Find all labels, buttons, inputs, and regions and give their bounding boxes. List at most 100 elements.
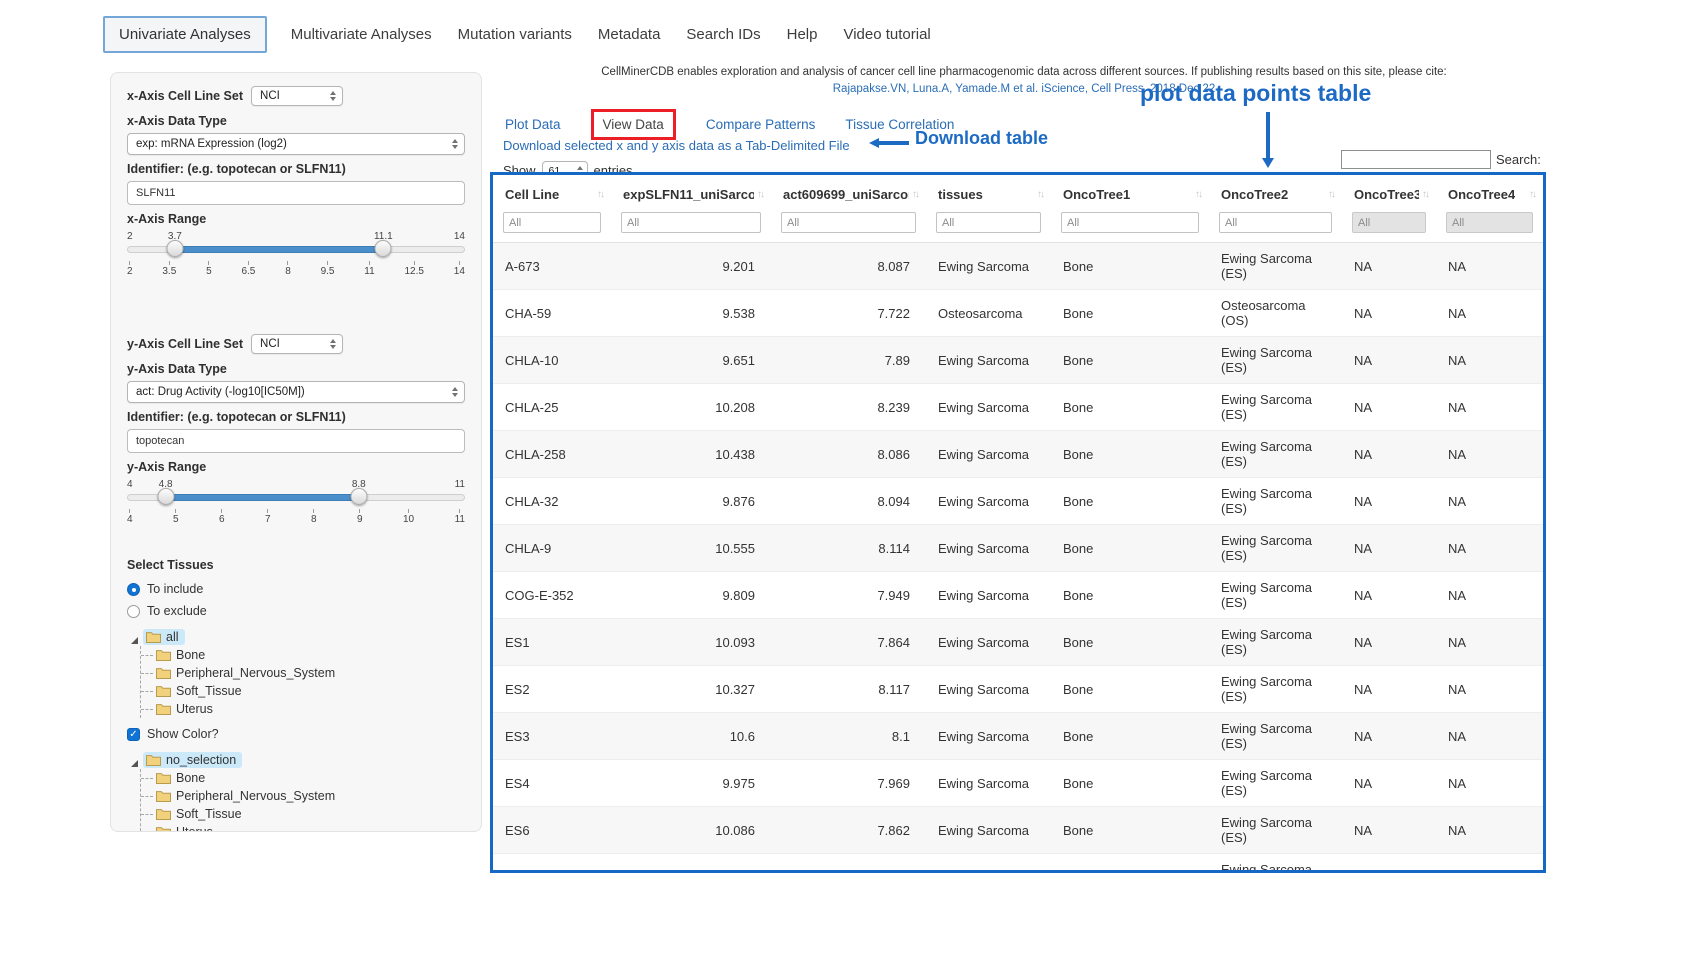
column-header-expslfn11-unisarcoma[interactable]: expSLFN11_uniSarcoma↑↓ xyxy=(611,175,771,210)
tab-compare-patterns[interactable]: Compare Patterns xyxy=(706,109,816,140)
table-row: CHLA-25810.4388.086Ewing SarcomaBoneEwin… xyxy=(493,431,1543,478)
tree-node-all[interactable]: all xyxy=(131,628,465,646)
tree-node-uterus[interactable]: Uterus xyxy=(141,700,465,718)
cell-expslfn11-unisarcoma: 10.438 xyxy=(611,431,771,478)
cell-oncotree3: NA xyxy=(1342,243,1436,290)
filter-input-cell-line[interactable] xyxy=(503,212,601,233)
filter-input-oncotree2[interactable] xyxy=(1219,212,1332,233)
table-row: ES310.68.1Ewing SarcomaBoneEwing Sarcoma… xyxy=(493,713,1543,760)
tree-node-soft-tissue[interactable]: Soft_Tissue xyxy=(141,682,465,700)
cell-act609699-unisarcoma: 8.239 xyxy=(771,384,926,431)
cell-cell-line: ES7 xyxy=(493,854,611,874)
tree-node-peripheral-nervous-system[interactable]: Peripheral_Nervous_System xyxy=(141,664,465,682)
show-color-checkbox[interactable]: ✓ Show Color? xyxy=(127,724,465,744)
x-cell-line-set-select[interactable]: NCI xyxy=(251,86,343,106)
tree-node-text: Peripheral_Nervous_System xyxy=(176,666,335,680)
x-identifier-input[interactable] xyxy=(127,181,465,205)
tree-node-text: Bone xyxy=(176,648,205,662)
filter-input-expslfn11-unisarcoma[interactable] xyxy=(621,212,761,233)
slider-handle-high[interactable] xyxy=(350,488,367,505)
cell-oncotree1: Bone xyxy=(1051,337,1209,384)
down-arrow-icon xyxy=(1262,112,1274,168)
nav-tab-univariate-analyses[interactable]: Univariate Analyses xyxy=(103,16,267,53)
data-table: Cell Line↑↓expSLFN11_uniSarcoma↑↓act6096… xyxy=(493,175,1543,873)
cell-oncotree4: NA xyxy=(1436,807,1543,854)
download-link[interactable]: Download selected x and y axis data as a… xyxy=(503,138,850,153)
slider-value-label: 4 xyxy=(127,479,133,490)
tree-node-soft-tissue[interactable]: Soft_Tissue xyxy=(141,805,465,823)
cell-tissues: Ewing Sarcoma xyxy=(926,666,1051,713)
cell-expslfn11-unisarcoma: 9.201 xyxy=(611,243,771,290)
column-header-label: OncoTree1 xyxy=(1063,187,1130,202)
nav-tab-metadata[interactable]: Metadata xyxy=(596,17,663,52)
slider-tick-label: 7 xyxy=(265,509,271,525)
tree-node-bone[interactable]: Bone xyxy=(141,646,465,664)
column-header-cell-line[interactable]: Cell Line↑↓ xyxy=(493,175,611,210)
cell-cell-line: CHLA-258 xyxy=(493,431,611,478)
slider-handle-high[interactable] xyxy=(375,240,392,257)
tree-node-no-selection[interactable]: no_selection xyxy=(131,751,465,769)
table-row: ES710.7288.249Ewing SarcomaBoneEwing Sar… xyxy=(493,854,1543,874)
tree-node-uterus[interactable]: Uterus xyxy=(141,823,465,832)
radio-option-to-include[interactable]: To include xyxy=(127,578,465,600)
tab-view-data[interactable]: View Data xyxy=(591,109,676,140)
slider-tick-label: 12.5 xyxy=(404,261,423,277)
nav-tab-help[interactable]: Help xyxy=(785,17,820,52)
column-header-oncotree4[interactable]: OncoTree4↑↓ xyxy=(1436,175,1543,210)
y-identifier-input[interactable] xyxy=(127,429,465,453)
column-header-oncotree1[interactable]: OncoTree1↑↓ xyxy=(1051,175,1209,210)
radio-option-to-exclude[interactable]: To exclude xyxy=(127,600,465,622)
cell-tissues: Ewing Sarcoma xyxy=(926,243,1051,290)
nav-tab-multivariate-analyses[interactable]: Multivariate Analyses xyxy=(289,17,434,52)
nav-tab-mutation-variants[interactable]: Mutation variants xyxy=(456,17,574,52)
cell-tissues: Ewing Sarcoma xyxy=(926,337,1051,384)
slider-value-label: 14 xyxy=(454,231,465,242)
y-cell-line-set-select[interactable]: NCI xyxy=(251,334,343,354)
y-data-type-select[interactable]: act: Drug Activity (-log10[IC50M]) xyxy=(127,381,465,403)
slider-range-fill xyxy=(175,246,383,253)
filter-input-oncotree4[interactable] xyxy=(1446,212,1533,233)
tree-toggle-icon[interactable] xyxy=(131,753,138,767)
tree-node-bone[interactable]: Bone xyxy=(141,769,465,787)
search-input[interactable] xyxy=(1341,150,1491,169)
cell-oncotree1: Bone xyxy=(1051,384,1209,431)
nav-tab-video-tutorial[interactable]: Video tutorial xyxy=(841,17,932,52)
x-data-type-select[interactable]: exp: mRNA Expression (log2) xyxy=(127,133,465,155)
filter-input-oncotree3[interactable] xyxy=(1352,212,1426,233)
filter-cell-cell-line xyxy=(493,210,611,243)
cell-cell-line: ES3 xyxy=(493,713,611,760)
column-header-tissues[interactable]: tissues↑↓ xyxy=(926,175,1051,210)
cell-oncotree1: Bone xyxy=(1051,854,1209,874)
filter-input-tissues[interactable] xyxy=(936,212,1041,233)
column-header-oncotree3[interactable]: OncoTree3↑↓ xyxy=(1342,175,1436,210)
slider-handle-low[interactable] xyxy=(157,488,174,505)
x-cell-line-set-value: NCI xyxy=(260,90,280,102)
slider-tick-label: 14 xyxy=(454,261,465,277)
tree-node-peripheral-nervous-system[interactable]: Peripheral_Nervous_System xyxy=(141,787,465,805)
cell-oncotree4: NA xyxy=(1436,243,1543,290)
tree-node-text: no_selection xyxy=(166,753,236,767)
filter-input-act609699-unisarcoma[interactable] xyxy=(781,212,916,233)
slider-handle-low[interactable] xyxy=(166,240,183,257)
tree-root-highlight: all xyxy=(143,629,185,645)
table-row: COG-E-3529.8097.949Ewing SarcomaBoneEwin… xyxy=(493,572,1543,619)
folder-icon xyxy=(156,826,171,832)
tree-toggle-icon[interactable] xyxy=(131,630,138,644)
sort-icon: ↑↓ xyxy=(1037,189,1043,200)
cell-tissues: Ewing Sarcoma xyxy=(926,807,1051,854)
cell-oncotree3: NA xyxy=(1342,431,1436,478)
column-header-act609699-unisarcoma[interactable]: act609699_uniSarcoma↑↓ xyxy=(771,175,926,210)
tab-plot-data[interactable]: Plot Data xyxy=(505,109,561,140)
cell-expslfn11-unisarcoma: 10.555 xyxy=(611,525,771,572)
slider-tick-label: 9 xyxy=(357,509,363,525)
cell-act609699-unisarcoma: 8.086 xyxy=(771,431,926,478)
filter-input-oncotree1[interactable] xyxy=(1061,212,1199,233)
slider-ticks: 4567891011 xyxy=(127,509,465,525)
column-header-oncotree2[interactable]: OncoTree2↑↓ xyxy=(1209,175,1342,210)
cell-oncotree3: NA xyxy=(1342,854,1436,874)
y-cell-line-set-label: y-Axis Cell Line Set xyxy=(127,337,243,352)
slider-tick-label: 9.5 xyxy=(321,261,335,277)
nav-tab-search-ids[interactable]: Search IDs xyxy=(684,17,762,52)
cell-act609699-unisarcoma: 7.722 xyxy=(771,290,926,337)
radio-option-label: To include xyxy=(147,582,203,596)
